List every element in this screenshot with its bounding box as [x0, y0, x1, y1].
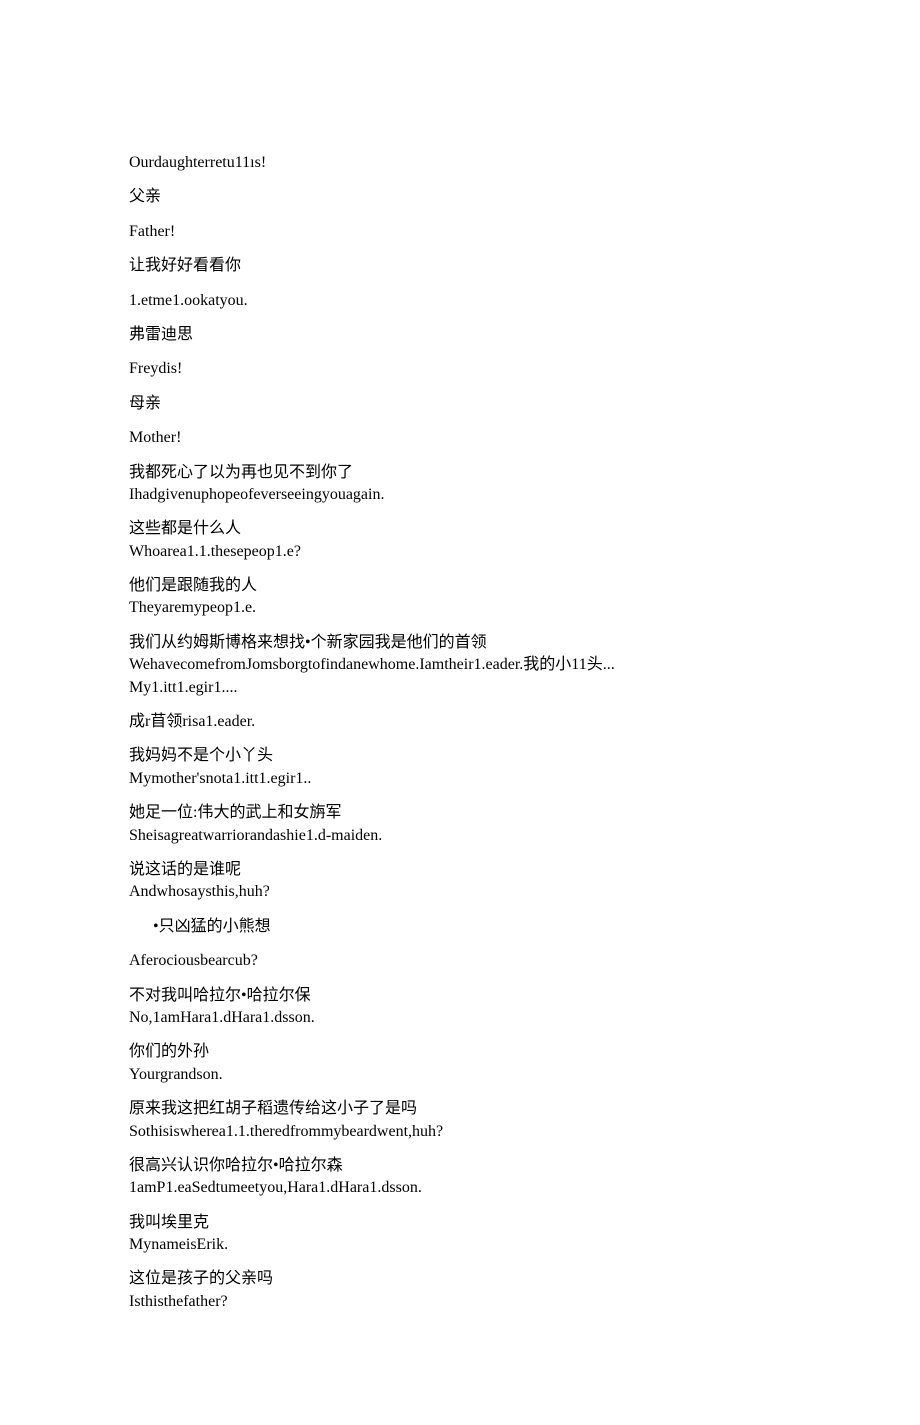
text-block: 他们是跟随我的人Theyaremypeop1.e. — [129, 575, 791, 620]
text-block: Ourdaughterretu11ıs! — [129, 152, 791, 174]
text-block: 1.etme1.ookatyou. — [129, 290, 791, 312]
text-block: 说这话的是谁呢Andwhosaysthis,huh? — [129, 859, 791, 904]
text-block: 你们的外孙Yourgrandson. — [129, 1041, 791, 1086]
text-line: 1.etme1.ookatyou. — [129, 290, 791, 312]
text-line: 原来我这把红胡子稻遗传给这小子了是吗 — [129, 1098, 791, 1120]
text-line: Ourdaughterretu11ıs! — [129, 152, 791, 174]
text-line: 你们的外孙 — [129, 1041, 791, 1063]
text-block: 弗雷迪思 — [129, 324, 791, 346]
text-line: 不对我叫哈拉尔•哈拉尔保 — [129, 985, 791, 1007]
text-line: WehavecomefromJomsborgtofindanewhome.Iam… — [129, 654, 791, 676]
text-line: Father! — [129, 221, 791, 243]
text-line: 母亲 — [129, 393, 791, 415]
text-line: 我都死心了以为再也见不到你了 — [129, 462, 791, 484]
text-block: 她足一位:伟大的武上和女旃军Sheisagreatwarriorandashie… — [129, 802, 791, 847]
text-line: Ihadgivenuphopeofeverseeingyouagain. — [129, 484, 791, 506]
text-line: 他们是跟随我的人 — [129, 575, 791, 597]
text-line: Mymother'snota1.itt1.egir1.. — [129, 768, 791, 790]
text-block: Aferociousbearcub? — [129, 950, 791, 972]
text-line: •只凶猛的小熊想 — [153, 916, 791, 938]
text-line: 1amP1.eaSedtumeetyou,Hara1.dHara1.dsson. — [129, 1177, 791, 1199]
text-line: Yourgrandson. — [129, 1064, 791, 1086]
text-line: Aferociousbearcub? — [129, 950, 791, 972]
text-line: 我们从约姆斯博格来想找•个新家园我是他们的首领 — [129, 632, 791, 654]
text-line: 她足一位:伟大的武上和女旃军 — [129, 802, 791, 824]
text-line: 很高兴认识你哈拉尔•哈拉尔森 — [129, 1155, 791, 1177]
text-line: Isthisthefather? — [129, 1291, 791, 1313]
text-block: 不对我叫哈拉尔•哈拉尔保No,1amHara1.dHara1.dsson. — [129, 985, 791, 1030]
text-block: •只凶猛的小熊想 — [129, 916, 791, 938]
text-block: 我都死心了以为再也见不到你了Ihadgivenuphopeofeverseein… — [129, 462, 791, 507]
text-line: 这位是孩子的父亲吗 — [129, 1268, 791, 1290]
text-block: 这些都是什么人Whoarea1.1.thesepeop1.e? — [129, 518, 791, 563]
text-block: 让我好好看看你 — [129, 255, 791, 277]
text-block: 我们从约姆斯博格来想找•个新家园我是他们的首领WehavecomefromJom… — [129, 632, 791, 699]
text-line: 弗雷迪思 — [129, 324, 791, 346]
text-line: My1.itt1.egir1.... — [129, 677, 791, 699]
text-block: 这位是孩子的父亲吗Isthisthefather? — [129, 1268, 791, 1313]
text-line: 我叫埃里克 — [129, 1212, 791, 1234]
text-line: 父亲 — [129, 186, 791, 208]
text-block: Mother! — [129, 427, 791, 449]
text-line: MynameisErik. — [129, 1234, 791, 1256]
text-line: 我妈妈不是个小丫头 — [129, 745, 791, 767]
text-line: Mother! — [129, 427, 791, 449]
text-block: 很高兴认识你哈拉尔•哈拉尔森1amP1.eaSedtumeetyou,Hara1… — [129, 1155, 791, 1200]
document-page: Ourdaughterretu11ıs! 父亲 Father! 让我好好看看你 1.et… — [0, 0, 920, 1425]
text-line: 这些都是什么人 — [129, 518, 791, 540]
text-block: 母亲 — [129, 393, 791, 415]
text-line: Freydis! — [129, 358, 791, 380]
text-block: Father! — [129, 221, 791, 243]
text-line: Sheisagreatwarriorandashie1.d-maiden. — [129, 825, 791, 847]
text-block: 我妈妈不是个小丫头Mymother'snota1.itt1.egir1.. — [129, 745, 791, 790]
text-line: Sothisiswherea1.1.theredfrommybeardwent,… — [129, 1121, 791, 1143]
text-block: 父亲 — [129, 186, 791, 208]
text-block: 我叫埃里克MynameisErik. — [129, 1212, 791, 1257]
text-line: Andwhosaysthis,huh? — [129, 881, 791, 903]
text-line: No,1amHara1.dHara1.dsson. — [129, 1007, 791, 1029]
text-line: Whoarea1.1.thesepeop1.e? — [129, 541, 791, 563]
text-line: 成r苜领risa1.eader. — [129, 711, 791, 733]
text-line: Theyaremypeop1.e. — [129, 597, 791, 619]
text-block: Freydis! — [129, 358, 791, 380]
text-line: 让我好好看看你 — [129, 255, 791, 277]
text-line: 说这话的是谁呢 — [129, 859, 791, 881]
text-block: 原来我这把红胡子稻遗传给这小子了是吗Sothisiswherea1.1.ther… — [129, 1098, 791, 1143]
text-block: 成r苜领risa1.eader. — [129, 711, 791, 733]
